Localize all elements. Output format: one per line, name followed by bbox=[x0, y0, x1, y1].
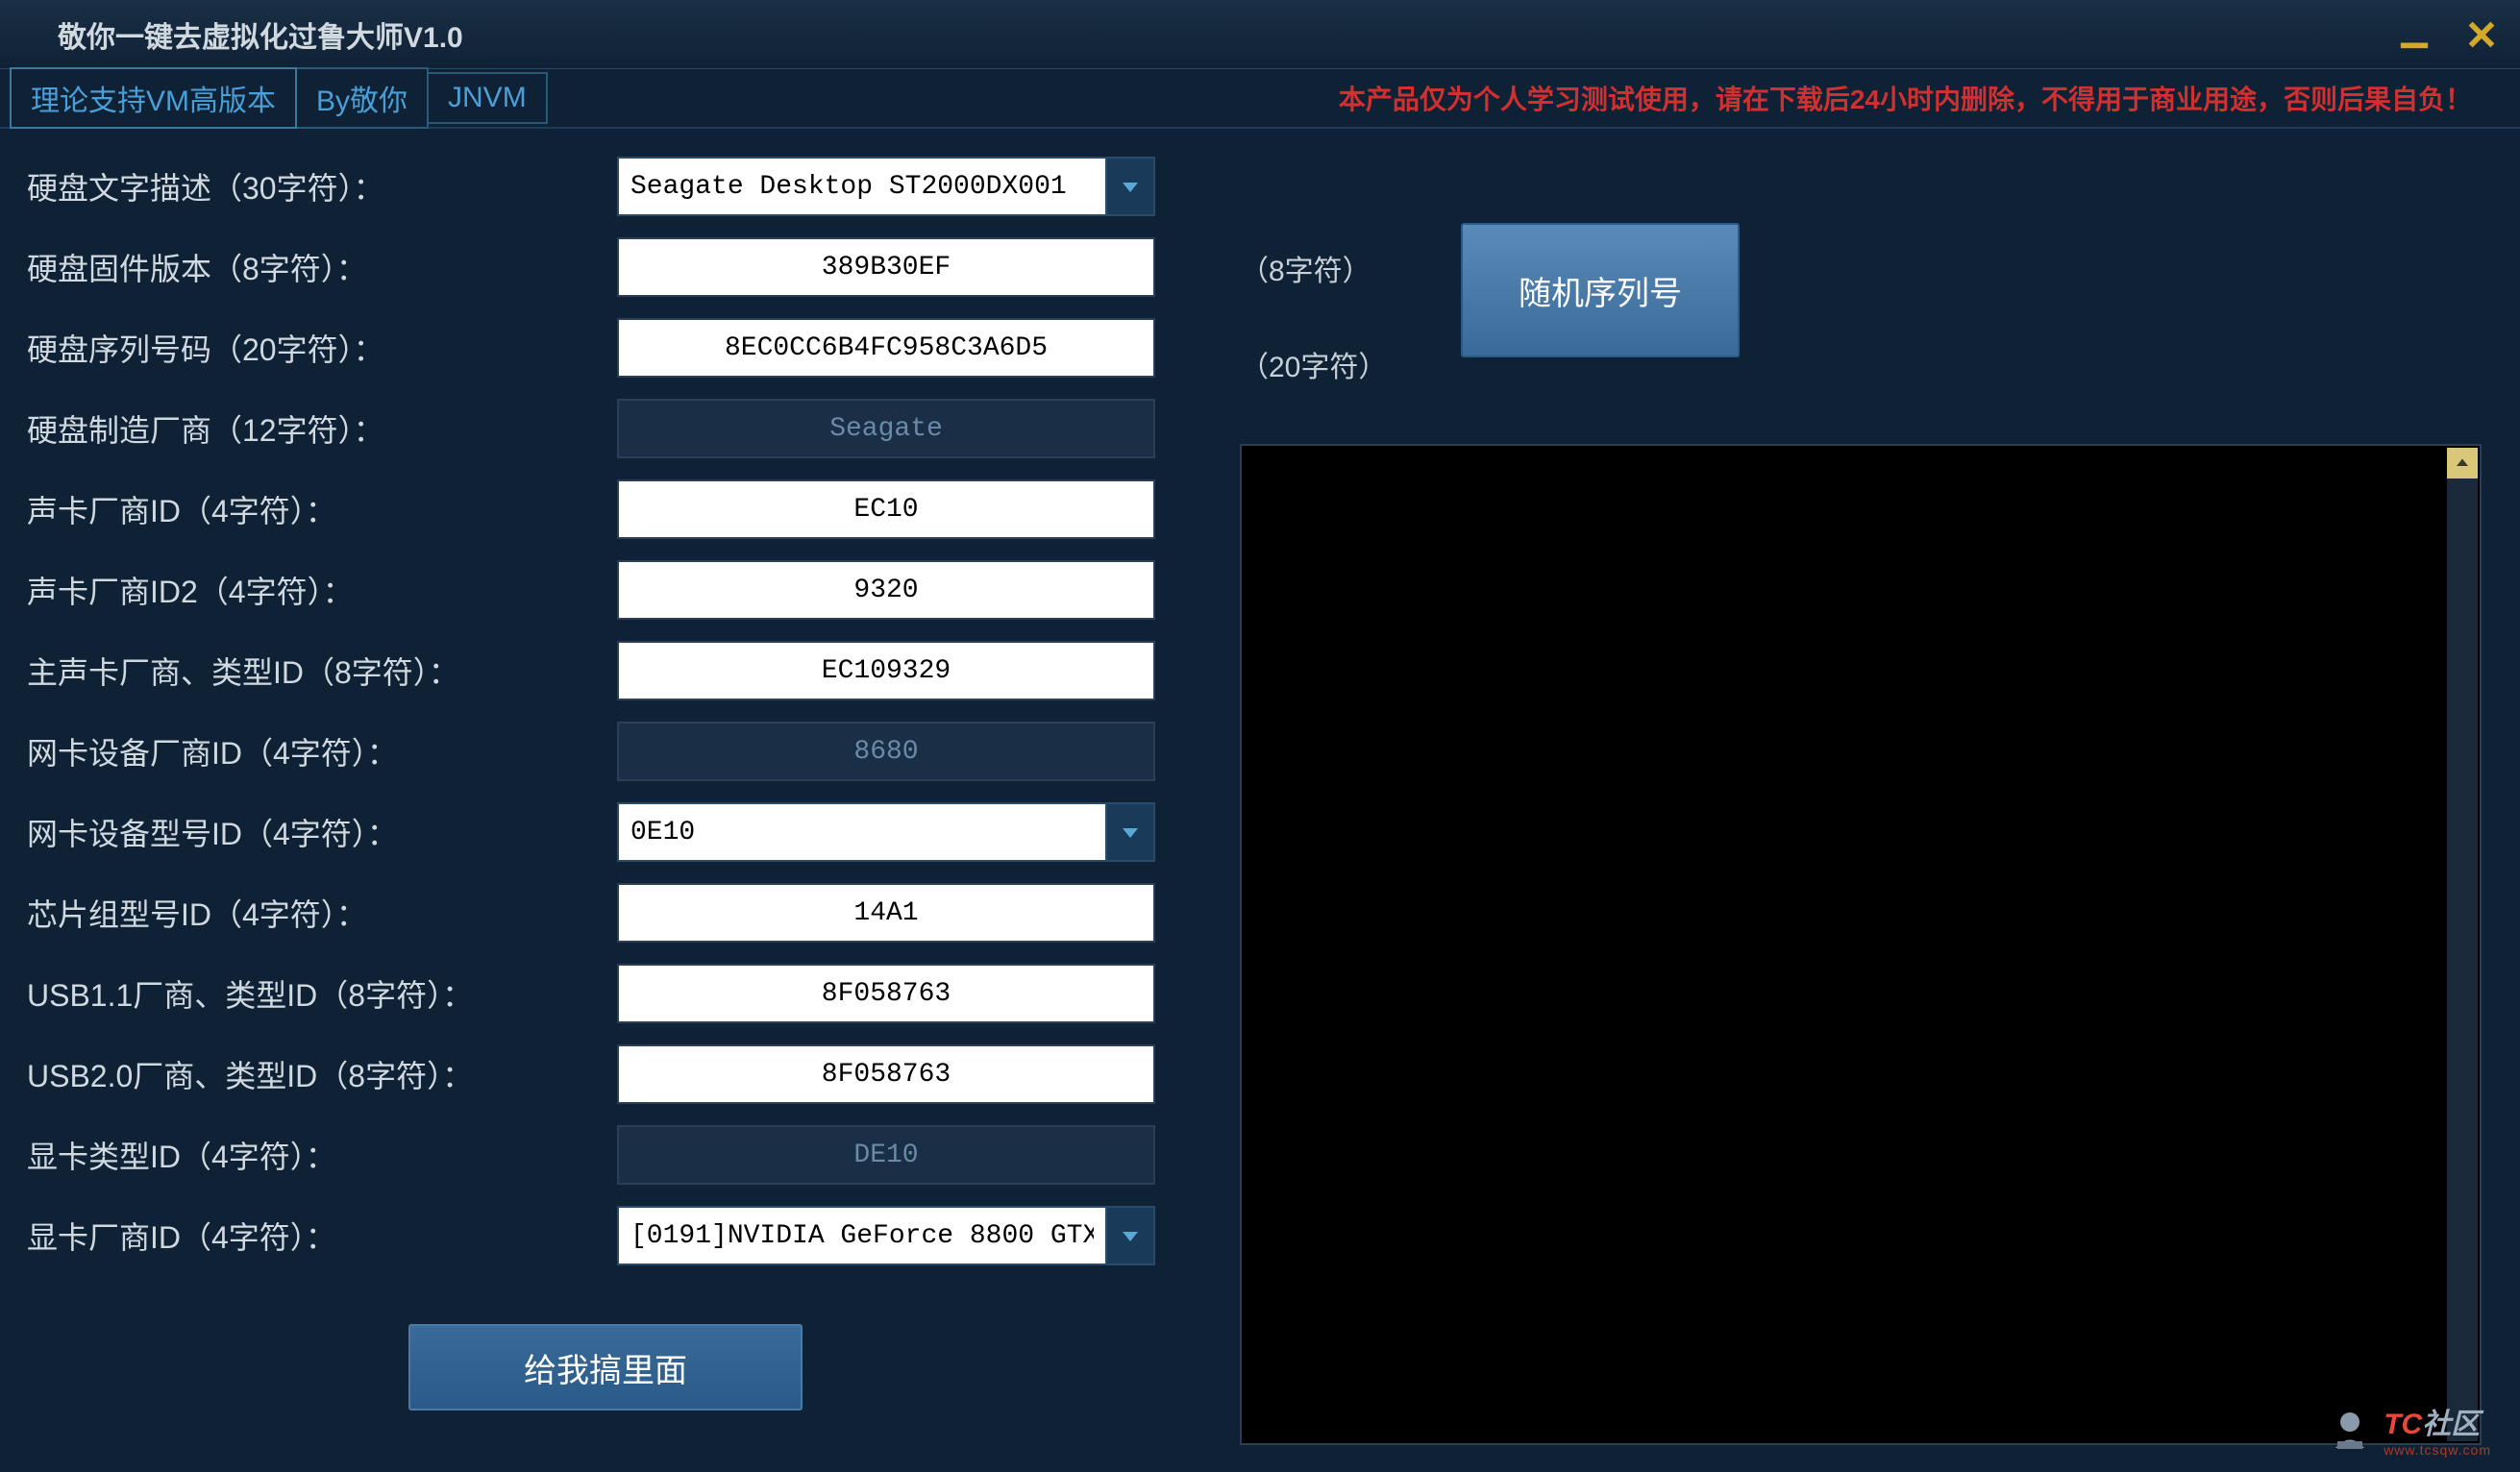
input-disk-fw[interactable] bbox=[617, 237, 1155, 297]
row-gpu-vendor: 显卡厂商ID（4字符）： bbox=[19, 1195, 1192, 1276]
input-gpu-type bbox=[617, 1125, 1155, 1185]
input-usb11[interactable] bbox=[617, 964, 1155, 1023]
label-nic-model: 网卡设备型号ID（4字符）： bbox=[19, 810, 617, 854]
warning-banner: 本产品仅为个人学习测试使用，请在下载后24小时内删除，不得用于商业用途，否则后果… bbox=[1339, 79, 2472, 117]
row-audio-vendor: 声卡厂商ID（4字符）： bbox=[19, 469, 1192, 550]
label-disk-fw: 硬盘固件版本（8字符）： bbox=[19, 245, 617, 289]
input-disk-desc[interactable] bbox=[617, 157, 1107, 216]
chevron-down-icon[interactable] bbox=[1107, 802, 1155, 862]
tabs-bar: 理论支持VM高版本 By敬你 JNVM 本产品仅为个人学习测试使用，请在下载后2… bbox=[0, 69, 2520, 129]
input-audio-main[interactable] bbox=[617, 641, 1155, 700]
label-disk-sn: 硬盘序列号码（20字符）： bbox=[19, 326, 617, 370]
window-controls bbox=[2395, 15, 2501, 54]
submit-button[interactable]: 给我搞里面 bbox=[408, 1324, 803, 1411]
form-panel: 硬盘文字描述（30字符）： 硬盘固件版本（8字符）： 硬盘序列号码（20字符）：… bbox=[19, 146, 1192, 1455]
chevron-down-icon[interactable] bbox=[1107, 1206, 1155, 1265]
hint-8chars: （8字符） bbox=[1240, 247, 1371, 289]
label-disk-mfr: 硬盘制造厂商（12字符）： bbox=[19, 406, 617, 451]
output-log-panel[interactable] bbox=[1240, 444, 2482, 1445]
label-gpu-vendor: 显卡厂商ID（4字符）： bbox=[19, 1214, 617, 1258]
row-usb20: USB2.0厂商、类型ID（8字符）： bbox=[19, 1034, 1192, 1115]
watermark-icon bbox=[2326, 1405, 2374, 1453]
input-gpu-vendor[interactable] bbox=[617, 1206, 1107, 1265]
input-chipset[interactable] bbox=[617, 883, 1155, 943]
right-top: （8字符） （20字符） 随机序列号 bbox=[1240, 146, 2501, 444]
random-serial-button[interactable]: 随机序列号 bbox=[1461, 223, 1740, 357]
watermark: TC社区 www.tcsqw.com bbox=[2326, 1400, 2491, 1458]
label-chipset: 芯片组型号ID（4字符）： bbox=[19, 891, 617, 935]
label-gpu-type: 显卡类型ID（4字符）： bbox=[19, 1133, 617, 1177]
row-nic-model: 网卡设备型号ID（4字符）： bbox=[19, 792, 1192, 872]
right-panel: （8字符） （20字符） 随机序列号 bbox=[1240, 146, 2501, 1455]
row-audio-main: 主声卡厂商、类型ID（8字符）： bbox=[19, 630, 1192, 711]
row-disk-sn: 硬盘序列号码（20字符）： bbox=[19, 307, 1192, 388]
row-usb11: USB1.1厂商、类型ID（8字符）： bbox=[19, 953, 1192, 1034]
select-gpu-vendor[interactable] bbox=[617, 1206, 1155, 1265]
row-gpu-type: 显卡类型ID（4字符）： bbox=[19, 1115, 1192, 1195]
submit-row: 给我搞里面 bbox=[19, 1324, 1192, 1411]
label-usb11: USB1.1厂商、类型ID（8字符）： bbox=[19, 971, 617, 1016]
label-audio-vendor2: 声卡厂商ID2（4字符）： bbox=[19, 568, 617, 612]
scroll-up-button[interactable] bbox=[2447, 448, 2478, 478]
scrollbar-track[interactable] bbox=[2447, 448, 2478, 1441]
tab-jnvm[interactable]: JNVM bbox=[429, 72, 548, 124]
input-audio-vendor2[interactable] bbox=[617, 560, 1155, 620]
input-audio-vendor[interactable] bbox=[617, 479, 1155, 539]
hint-20chars: （20字符） bbox=[1240, 343, 1387, 385]
watermark-main: TC社区 bbox=[2384, 1400, 2480, 1442]
label-audio-vendor: 声卡厂商ID（4字符）： bbox=[19, 487, 617, 531]
row-nic-vendor: 网卡设备厂商ID（4字符）： bbox=[19, 711, 1192, 792]
label-nic-vendor: 网卡设备厂商ID（4字符）： bbox=[19, 729, 617, 773]
label-disk-desc: 硬盘文字描述（30字符）： bbox=[19, 164, 617, 209]
window-title: 敬你一键去虚拟化过鲁大师V1.0 bbox=[58, 13, 2395, 56]
minimize-button[interactable] bbox=[2395, 15, 2434, 54]
input-disk-mfr bbox=[617, 399, 1155, 458]
select-nic-model[interactable] bbox=[617, 802, 1155, 862]
row-chipset: 芯片组型号ID（4字符）： bbox=[19, 872, 1192, 953]
content-area: 硬盘文字描述（30字符）： 硬盘固件版本（8字符）： 硬盘序列号码（20字符）：… bbox=[0, 129, 2520, 1472]
row-disk-mfr: 硬盘制造厂商（12字符）： bbox=[19, 388, 1192, 469]
select-disk-desc[interactable] bbox=[617, 157, 1155, 216]
input-usb20[interactable] bbox=[617, 1044, 1155, 1104]
app-window: 敬你一键去虚拟化过鲁大师V1.0 理论支持VM高版本 By敬你 JNVM 本产品… bbox=[0, 0, 2520, 1472]
label-usb20: USB2.0厂商、类型ID（8字符）： bbox=[19, 1052, 617, 1096]
row-disk-desc: 硬盘文字描述（30字符）： bbox=[19, 146, 1192, 227]
title-bar: 敬你一键去虚拟化过鲁大师V1.0 bbox=[0, 0, 2520, 69]
input-nic-model[interactable] bbox=[617, 802, 1107, 862]
chevron-down-icon[interactable] bbox=[1107, 157, 1155, 216]
tab-author[interactable]: By敬你 bbox=[297, 67, 429, 129]
input-nic-vendor bbox=[617, 722, 1155, 781]
label-audio-main: 主声卡厂商、类型ID（8字符）： bbox=[19, 649, 617, 693]
row-audio-vendor2: 声卡厂商ID2（4字符）： bbox=[19, 550, 1192, 630]
tab-vm-support[interactable]: 理论支持VM高版本 bbox=[10, 67, 297, 129]
watermark-url: www.tcsqw.com bbox=[2384, 1442, 2491, 1458]
watermark-text: TC社区 www.tcsqw.com bbox=[2384, 1400, 2491, 1458]
close-button[interactable] bbox=[2462, 15, 2501, 54]
input-disk-sn[interactable] bbox=[617, 318, 1155, 378]
row-disk-fw: 硬盘固件版本（8字符）： bbox=[19, 227, 1192, 307]
